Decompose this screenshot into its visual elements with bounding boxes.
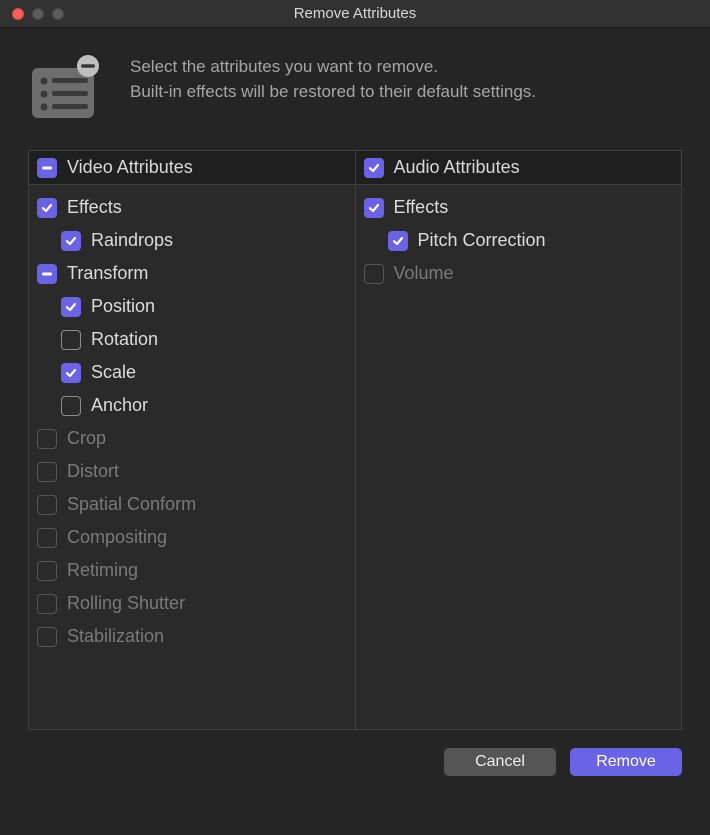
rotation-row: Rotation: [33, 323, 351, 356]
compositing-checkbox: [37, 528, 57, 548]
cancel-button[interactable]: Cancel: [444, 748, 556, 776]
anchor-label: Anchor: [91, 395, 148, 416]
spatial-conform-checkbox: [37, 495, 57, 515]
attributes-columns: Video Attributes Effects Raindrops: [28, 150, 682, 730]
video-attributes-label: Video Attributes: [67, 157, 193, 178]
distort-checkbox: [37, 462, 57, 482]
raindrops-label: Raindrops: [91, 230, 173, 251]
raindrops-checkbox[interactable]: [61, 231, 81, 251]
anchor-row: Anchor: [33, 389, 351, 422]
traffic-lights: [12, 8, 64, 20]
video-effects-label: Effects: [67, 197, 122, 218]
pitch-correction-label: Pitch Correction: [418, 230, 546, 251]
stabilization-row: Stabilization: [33, 620, 351, 653]
footer-buttons: Cancel Remove: [0, 730, 710, 776]
audio-effects-label: Effects: [394, 197, 449, 218]
rotation-label: Rotation: [91, 329, 158, 350]
header-instructions: Select the attributes you want to remove…: [130, 54, 536, 104]
crop-label: Crop: [67, 428, 106, 449]
header-line-1: Select the attributes you want to remove…: [130, 54, 536, 79]
distort-row: Distort: [33, 455, 351, 488]
distort-label: Distort: [67, 461, 119, 482]
audio-effects-checkbox[interactable]: [364, 198, 384, 218]
transform-label: Transform: [67, 263, 148, 284]
audio-header-row: Audio Attributes: [356, 151, 682, 185]
audio-attributes-label: Audio Attributes: [394, 157, 520, 178]
scale-row: Scale: [33, 356, 351, 389]
retiming-row: Retiming: [33, 554, 351, 587]
volume-label: Volume: [394, 263, 454, 284]
compositing-label: Compositing: [67, 527, 167, 548]
video-attributes-checkbox[interactable]: [37, 158, 57, 178]
anchor-checkbox[interactable]: [61, 396, 81, 416]
raindrops-row: Raindrops: [33, 224, 351, 257]
rotation-checkbox[interactable]: [61, 330, 81, 350]
volume-row: Volume: [360, 257, 678, 290]
compositing-row: Compositing: [33, 521, 351, 554]
crop-checkbox: [37, 429, 57, 449]
volume-checkbox: [364, 264, 384, 284]
position-checkbox[interactable]: [61, 297, 81, 317]
close-window-button[interactable]: [12, 8, 24, 20]
position-row: Position: [33, 290, 351, 323]
audio-column: Audio Attributes Effects Pitch Correctio…: [356, 151, 682, 729]
scale-label: Scale: [91, 362, 136, 383]
video-effects-checkbox[interactable]: [37, 198, 57, 218]
maximize-window-button[interactable]: [52, 8, 64, 20]
pitch-correction-checkbox[interactable]: [388, 231, 408, 251]
titlebar: Remove Attributes: [0, 0, 710, 28]
rolling-shutter-label: Rolling Shutter: [67, 593, 185, 614]
rolling-shutter-checkbox: [37, 594, 57, 614]
stabilization-label: Stabilization: [67, 626, 164, 647]
transform-checkbox[interactable]: [37, 264, 57, 284]
audio-effects-row: Effects: [360, 191, 678, 224]
retiming-label: Retiming: [67, 560, 138, 581]
window-title: Remove Attributes: [294, 5, 417, 22]
remove-button[interactable]: Remove: [570, 748, 682, 776]
spatial-conform-label: Spatial Conform: [67, 494, 196, 515]
retiming-checkbox: [37, 561, 57, 581]
video-effects-row: Effects: [33, 191, 351, 224]
stabilization-checkbox: [37, 627, 57, 647]
scale-checkbox[interactable]: [61, 363, 81, 383]
minimize-window-button[interactable]: [32, 8, 44, 20]
header-block: Select the attributes you want to remove…: [0, 28, 710, 150]
crop-row: Crop: [33, 422, 351, 455]
transform-row: Transform: [33, 257, 351, 290]
position-label: Position: [91, 296, 155, 317]
pitch-correction-row: Pitch Correction: [360, 224, 678, 257]
attributes-list-icon: [30, 54, 100, 124]
spatial-conform-row: Spatial Conform: [33, 488, 351, 521]
video-header-row: Video Attributes: [29, 151, 355, 185]
rolling-shutter-row: Rolling Shutter: [33, 587, 351, 620]
video-column: Video Attributes Effects Raindrops: [29, 151, 356, 729]
audio-attributes-checkbox[interactable]: [364, 158, 384, 178]
header-line-2: Built-in effects will be restored to the…: [130, 79, 536, 104]
